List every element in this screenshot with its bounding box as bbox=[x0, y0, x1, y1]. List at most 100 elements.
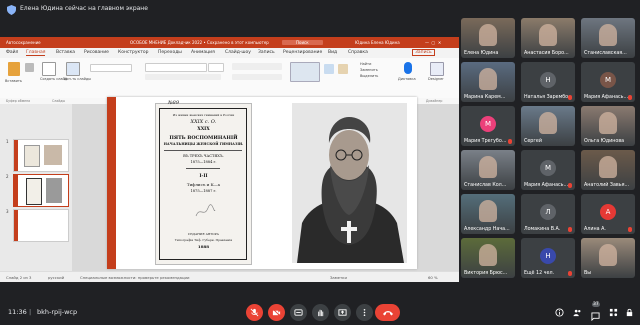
participant-tile[interactable]: Анатолий Завья... bbox=[581, 150, 635, 190]
more-vert-icon bbox=[363, 308, 366, 317]
muted-mic-icon bbox=[508, 139, 512, 144]
participant-tile[interactable]: Л Ломакина В.А. bbox=[521, 194, 575, 234]
participant-tile[interactable]: М Мария Афанась... bbox=[581, 62, 635, 102]
leave-call-button[interactable] bbox=[375, 304, 400, 321]
lock-button[interactable] bbox=[623, 306, 635, 318]
book-title-page-image: №89 Из жизни женских гимназий в России X… bbox=[155, 100, 252, 265]
font-format-row[interactable] bbox=[145, 74, 221, 80]
slide-thumbnail-1[interactable] bbox=[13, 139, 69, 172]
paste-label: Вставить bbox=[5, 79, 22, 83]
lock-icon bbox=[626, 308, 632, 316]
new-slide-icon[interactable] bbox=[42, 62, 56, 76]
current-slide[interactable]: №89 Из жизни женских гимназий в России X… bbox=[107, 97, 417, 269]
notes-button[interactable]: Заметки bbox=[330, 275, 347, 280]
participant-tile[interactable]: Станислав Кол... bbox=[461, 150, 515, 190]
dictate-label: Диктовка bbox=[398, 77, 416, 81]
autosave-label: Автосохранение bbox=[6, 40, 41, 45]
people-icon bbox=[572, 309, 580, 316]
reuse-slides-label: Исп-ть слайды bbox=[64, 77, 92, 81]
tab-help[interactable]: Справка bbox=[348, 50, 368, 55]
font-family-select[interactable] bbox=[145, 63, 207, 72]
copy-icon[interactable] bbox=[25, 63, 34, 72]
info-button[interactable] bbox=[553, 306, 565, 318]
activities-icon bbox=[609, 308, 617, 316]
microphone-icon[interactable] bbox=[404, 62, 412, 74]
page-corner-note: №89 bbox=[167, 100, 180, 106]
group-designer: Дизайнер bbox=[426, 99, 443, 103]
tab-record[interactable]: Запись bbox=[258, 50, 275, 55]
participant-avatar: Л bbox=[540, 204, 556, 220]
slide-thumbnail-3[interactable] bbox=[13, 209, 69, 242]
select-label[interactable]: Выделить bbox=[360, 74, 378, 78]
tab-design[interactable]: Конструктор bbox=[118, 50, 148, 55]
participant-avatar: Н bbox=[540, 248, 556, 264]
language-indicator[interactable]: русский bbox=[48, 275, 64, 280]
participant-tile[interactable]: Вы bbox=[581, 238, 635, 278]
camera-off-button[interactable] bbox=[268, 304, 285, 321]
group-slides: Слайды bbox=[52, 99, 66, 103]
alignment-controls[interactable] bbox=[232, 74, 282, 80]
people-button[interactable] bbox=[571, 306, 583, 318]
participant-tile[interactable]: Н Ещё 12 чел. bbox=[521, 238, 575, 278]
window-controls[interactable]: — ▢ ✕ bbox=[425, 40, 441, 45]
slide-thumbnail-2[interactable] bbox=[13, 174, 69, 207]
info-icon bbox=[554, 307, 564, 317]
tab-file[interactable]: Файл bbox=[6, 50, 18, 55]
participant-tile[interactable]: Марина Карем... bbox=[461, 62, 515, 102]
layout-dropdown[interactable] bbox=[90, 64, 132, 72]
participant-tile[interactable]: Ольга Юдинова bbox=[581, 106, 635, 146]
chat-button[interactable] bbox=[589, 310, 601, 322]
search-box[interactable]: Поиск bbox=[282, 40, 323, 45]
mic-off-button[interactable] bbox=[246, 304, 263, 321]
reuse-slides-icon[interactable] bbox=[66, 62, 80, 76]
find-label[interactable]: Найти bbox=[360, 62, 371, 66]
font-size-select[interactable] bbox=[208, 63, 224, 72]
doc-roman-number: XXIX bbox=[197, 127, 210, 132]
shield-icon bbox=[7, 5, 16, 15]
tab-insert[interactable]: Вставка bbox=[56, 50, 75, 55]
paragraph-controls[interactable] bbox=[232, 63, 282, 70]
tab-transitions[interactable]: Переходы bbox=[158, 50, 182, 55]
shapes-gallery[interactable] bbox=[290, 62, 320, 82]
captions-button[interactable] bbox=[290, 304, 307, 321]
tab-animations[interactable]: Анимация bbox=[191, 50, 215, 55]
participant-tile[interactable]: А Алина А. bbox=[581, 194, 635, 234]
participant-tile[interactable]: Станиславская... bbox=[581, 18, 635, 58]
participant-tile[interactable]: М Мария Трегубо... bbox=[461, 106, 515, 146]
clock: 11:36 bbox=[8, 308, 27, 316]
participant-name: Анастасия Боро... bbox=[524, 51, 569, 56]
record-button[interactable]: Запись bbox=[412, 49, 435, 56]
activities-button[interactable] bbox=[607, 306, 619, 318]
participant-tile[interactable]: Сергей bbox=[521, 106, 575, 146]
slide-thumbnails: 1 2 3 bbox=[0, 104, 72, 271]
camera-off-icon bbox=[272, 308, 281, 317]
participant-video bbox=[539, 24, 557, 46]
participant-tile[interactable]: Виктория Брюс... bbox=[461, 238, 515, 278]
designer-icon[interactable] bbox=[430, 62, 444, 76]
present-button[interactable] bbox=[334, 304, 351, 321]
quick-styles-icon[interactable] bbox=[338, 64, 348, 74]
tab-draw[interactable]: Рисование bbox=[84, 50, 109, 55]
participant-tile[interactable]: Анастасия Боро... bbox=[521, 18, 575, 58]
participant-name: Мария Афанась... bbox=[524, 183, 569, 188]
more-options-button[interactable] bbox=[356, 304, 373, 321]
participant-tile[interactable]: Н Наталья Зарембо bbox=[521, 62, 575, 102]
participant-name: Мария Трегубо... bbox=[464, 139, 507, 144]
tab-view[interactable]: Вид bbox=[328, 50, 337, 55]
tab-slideshow[interactable]: Слайд-шоу bbox=[225, 50, 251, 55]
zoom-level[interactable]: 60 % bbox=[428, 275, 438, 280]
raise-hand-button[interactable] bbox=[312, 304, 329, 321]
participant-tile[interactable]: Александр Нача... bbox=[461, 194, 515, 234]
portrait-photo bbox=[292, 103, 407, 263]
arrange-icon[interactable] bbox=[324, 64, 334, 74]
participant-tile[interactable]: Елена Юдина bbox=[461, 18, 515, 58]
tab-review[interactable]: Рецензирование bbox=[283, 50, 322, 55]
replace-label[interactable]: Заменить bbox=[360, 68, 378, 72]
participant-name: Ольга Юдинова bbox=[584, 139, 625, 144]
accessibility-status[interactable]: Специальные возможности: проверьте реком… bbox=[80, 275, 190, 280]
participant-tile[interactable]: М Мария Афанась... bbox=[521, 150, 575, 190]
slide-counter: Слайд 2 из 3 bbox=[6, 275, 32, 280]
paste-icon[interactable] bbox=[8, 62, 20, 76]
tab-home[interactable]: Главная bbox=[26, 50, 46, 56]
meeting-code[interactable]: bkh-rpij-wcp bbox=[37, 308, 77, 316]
